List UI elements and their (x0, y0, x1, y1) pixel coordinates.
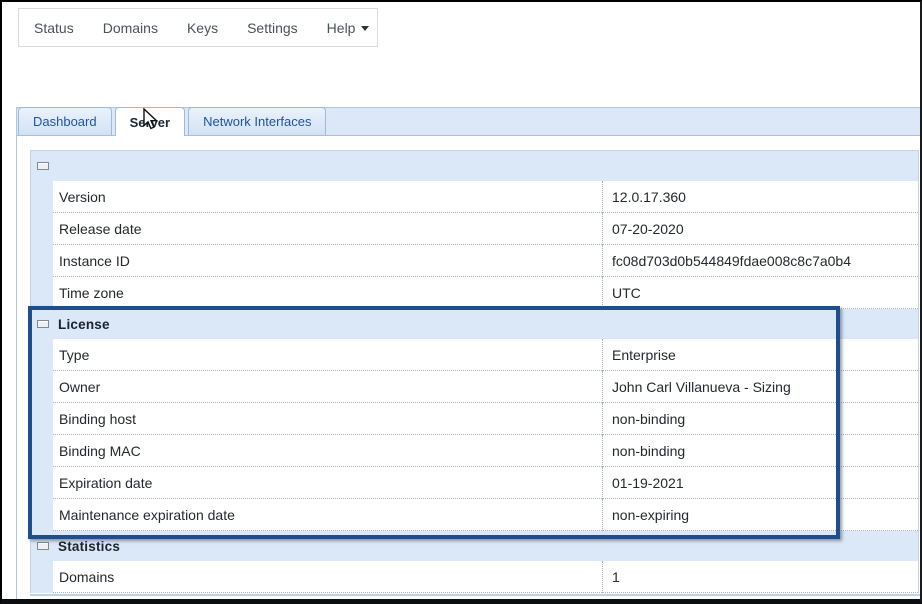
property-value: fc08d703d0b544849fdae008c8c7a0b4 (602, 245, 918, 277)
nav-item-label: Settings (247, 20, 298, 36)
row-indent-gutter (31, 499, 53, 531)
property-label: Version (53, 181, 602, 213)
property-value: non-binding (602, 403, 918, 435)
section-header-general[interactable] (31, 151, 918, 181)
tab-dashboard[interactable]: Dashboard (18, 107, 112, 135)
property-value: non-expiring (602, 499, 918, 531)
row-indent-gutter (31, 277, 53, 309)
section-header-license[interactable]: License (31, 309, 918, 339)
section-title: Statistics (58, 539, 120, 554)
property-label: Release date (53, 213, 602, 245)
caret-down-icon (361, 26, 369, 31)
property-label: Expiration date (53, 467, 602, 499)
property-label: Maintenance expiration date (53, 499, 602, 531)
property-value: 01-19-2021 (602, 467, 918, 499)
table-row[interactable]: Release date07-20-2020 (31, 213, 918, 245)
nav-item-domains[interactable]: Domains (103, 20, 158, 36)
nav-item-label: Keys (187, 20, 218, 36)
table-row[interactable]: OwnerJohn Carl Villanueva - Sizing (31, 371, 918, 403)
property-value: non-binding (602, 435, 918, 467)
row-indent-gutter (31, 467, 53, 499)
nav-item-help[interactable]: Help (327, 20, 370, 36)
collapse-minus-icon[interactable] (37, 542, 49, 550)
row-indent-gutter (31, 435, 53, 467)
row-indent-gutter (31, 339, 53, 371)
tab-panel-server: Version12.0.17.360Release date07-20-2020… (16, 136, 922, 604)
server-properties-table: Version12.0.17.360Release date07-20-2020… (30, 150, 919, 593)
property-label: Domains (53, 561, 602, 593)
property-value: 1 (602, 561, 918, 593)
row-indent-gutter (31, 371, 53, 403)
property-label: Instance ID (53, 245, 602, 277)
top-navbar: Status Domains Keys Settings Help (18, 8, 378, 47)
collapse-minus-icon[interactable] (37, 320, 49, 328)
row-indent-gutter (31, 213, 53, 245)
property-label: Binding MAC (53, 435, 602, 467)
table-row[interactable]: Version12.0.17.360 (31, 181, 918, 213)
nav-item-label: Status (34, 20, 74, 36)
tab-bar: DashboardServerNetwork Interfaces (16, 107, 922, 136)
table-row[interactable]: TypeEnterprise (31, 339, 918, 371)
nav-item-label: Domains (103, 20, 158, 36)
row-indent-gutter (31, 561, 53, 593)
table-row[interactable]: Time zoneUTC (31, 277, 918, 309)
property-value: 07-20-2020 (602, 213, 918, 245)
nav-item-keys[interactable]: Keys (187, 20, 218, 36)
table-row[interactable]: Expiration date01-19-2021 (31, 467, 918, 499)
property-value: UTC (602, 277, 918, 309)
tab-network-interfaces[interactable]: Network Interfaces (188, 107, 326, 135)
table-row[interactable]: Binding MACnon-binding (31, 435, 918, 467)
section-title: License (58, 317, 110, 332)
tab-server[interactable]: Server (115, 107, 185, 136)
property-value: John Carl Villanueva - Sizing (602, 371, 918, 403)
property-label: Time zone (53, 277, 602, 309)
table-row[interactable]: Maintenance expiration datenon-expiring (31, 499, 918, 531)
property-label: Owner (53, 371, 602, 403)
nav-item-settings[interactable]: Settings (247, 20, 298, 36)
table-row[interactable]: Domains1 (31, 561, 918, 593)
property-label: Type (53, 339, 602, 371)
collapse-minus-icon[interactable] (37, 162, 49, 170)
property-value: 12.0.17.360 (602, 181, 918, 213)
table-row[interactable]: Instance IDfc08d703d0b544849fdae008c8c7a… (31, 245, 918, 277)
section-header-statistics[interactable]: Statistics (31, 531, 918, 561)
table-bottom-edge (30, 594, 922, 596)
property-label: Binding host (53, 403, 602, 435)
nav-item-label: Help (327, 20, 356, 36)
property-value: Enterprise (602, 339, 918, 371)
row-indent-gutter (31, 181, 53, 213)
nav-item-status[interactable]: Status (34, 20, 74, 36)
row-indent-gutter (31, 245, 53, 277)
row-indent-gutter (31, 403, 53, 435)
table-row[interactable]: Binding hostnon-binding (31, 403, 918, 435)
